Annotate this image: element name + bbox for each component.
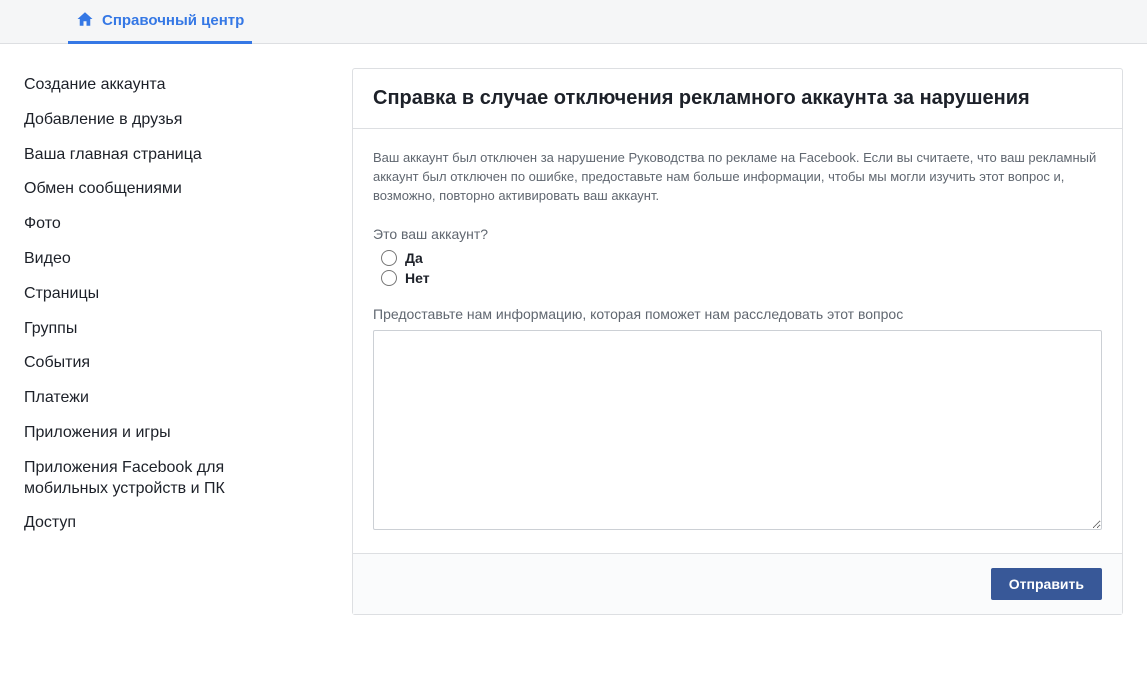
top-bar: Справочный центр [0,0,1147,44]
tab-help-center-label: Справочный центр [102,12,244,29]
radio-yes-label[interactable]: Да [405,250,423,266]
sidebar-item-apps-games[interactable]: Приложения и игры [24,416,304,451]
page-container: Создание аккаунта Добавление в друзья Ва… [0,44,1147,615]
submit-button[interactable]: Отправить [991,568,1102,600]
sidebar-item-video[interactable]: Видео [24,242,304,277]
sidebar-item-label: Фото [24,215,61,232]
radio-row-yes[interactable]: Да [381,250,1102,266]
radio-no-label[interactable]: Нет [405,270,430,286]
sidebar-item-label: Приложения и игры [24,424,171,441]
sidebar-item-groups[interactable]: Группы [24,312,304,347]
sidebar-item-label: Обмен сообщениями [24,180,182,197]
main-footer: Отправить [353,553,1122,614]
sidebar-item-label: Создание аккаунта [24,76,165,93]
radio-yes[interactable] [381,250,397,266]
sidebar-item-messaging[interactable]: Обмен сообщениями [24,172,304,207]
sidebar-item-label: Доступ [24,514,76,531]
main-header: Справка в случае отключения рекламного а… [353,69,1122,129]
page-title: Справка в случае отключения рекламного а… [373,87,1102,110]
main-body: Ваш аккаунт был отключен за нарушение Ру… [353,129,1122,553]
question-label: Это ваш аккаунт? [373,226,1102,242]
sidebar-item-fb-apps[interactable]: Приложения Facebook для мобильных устрой… [24,451,304,507]
sidebar-item-label: Ваша главная страница [24,146,202,163]
sidebar-item-events[interactable]: События [24,346,304,381]
sidebar-item-label: Приложения Facebook для мобильных устрой… [24,459,225,497]
sidebar-item-label: Добавление в друзья [24,111,182,128]
sidebar: Создание аккаунта Добавление в друзья Ва… [24,68,304,615]
sidebar-item-label: Видео [24,250,71,267]
info-textarea[interactable] [373,330,1102,530]
sidebar-item-label: Группы [24,320,77,337]
sidebar-item-label: События [24,354,90,371]
sidebar-item-access[interactable]: Доступ [24,506,304,541]
tab-help-center[interactable]: Справочный центр [68,0,252,44]
sidebar-item-photo[interactable]: Фото [24,207,304,242]
main-panel: Справка в случае отключения рекламного а… [352,68,1123,615]
sidebar-item-create-account[interactable]: Создание аккаунта [24,68,304,103]
sidebar-item-label: Страницы [24,285,99,302]
description-text: Ваш аккаунт был отключен за нарушение Ру… [373,149,1102,206]
sidebar-item-pages[interactable]: Страницы [24,277,304,312]
radio-no[interactable] [381,270,397,286]
sidebar-item-add-friends[interactable]: Добавление в друзья [24,103,304,138]
radio-row-no[interactable]: Нет [381,270,1102,286]
info-field-label: Предоставьте нам информацию, которая пом… [373,306,1102,322]
sidebar-item-payments[interactable]: Платежи [24,381,304,416]
sidebar-item-label: Платежи [24,389,89,406]
home-icon [76,10,102,32]
sidebar-item-homepage[interactable]: Ваша главная страница [24,138,304,173]
